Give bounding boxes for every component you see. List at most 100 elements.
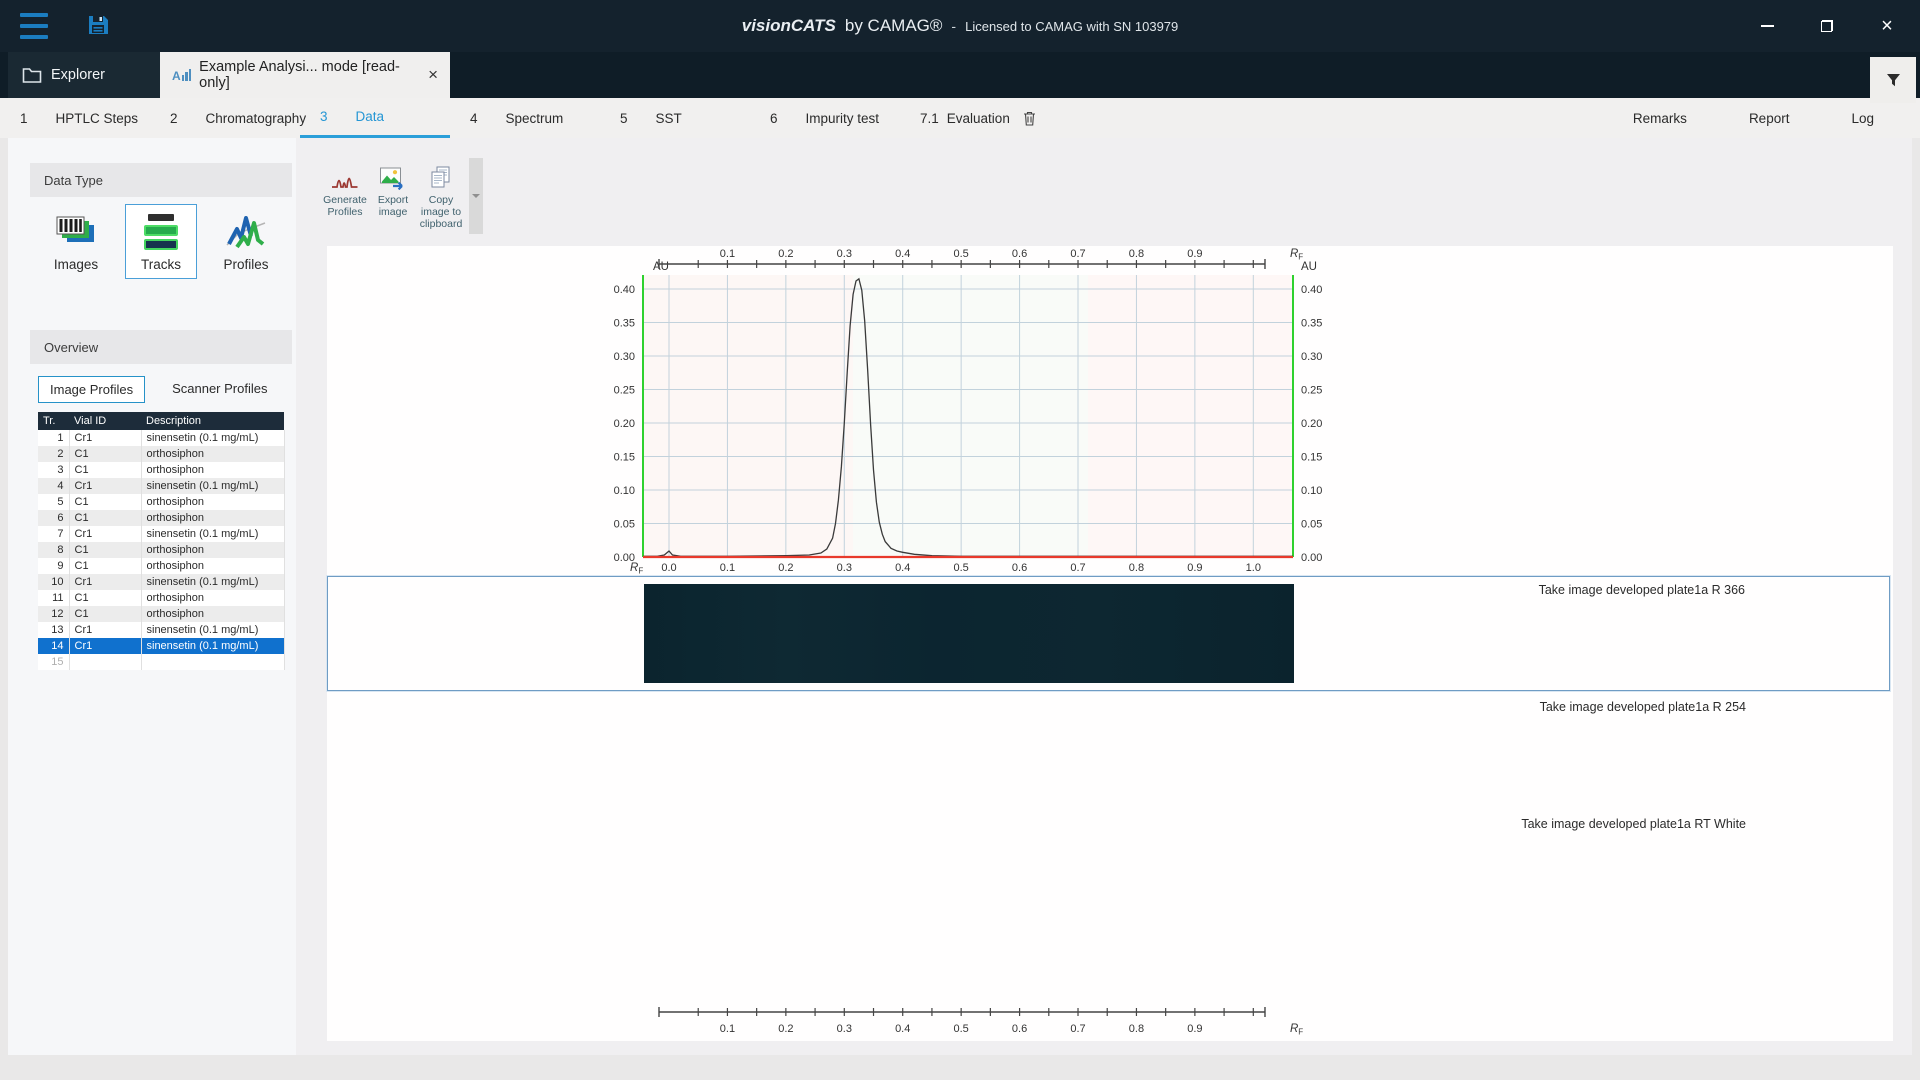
track-table-head: Tr.Vial IDDescription [38,412,284,430]
svg-text:0.40: 0.40 [614,284,635,296]
filter-button[interactable] [1870,57,1916,103]
svg-text:RF: RF [1290,1023,1303,1037]
minimize-button[interactable] [1754,13,1780,39]
trash-icon[interactable] [1023,111,1036,126]
profile-canvas: 0.000.000.050.050.100.100.150.150.200.20… [327,246,1893,1041]
window-title: visionCATS by CAMAG® - Licensed to CAMAG… [0,0,1920,52]
table-row[interactable]: 8C1orthosiphon [38,542,284,558]
tab-data[interactable]: 3Data [300,98,450,138]
svg-text:0.5: 0.5 [954,1023,969,1035]
export-image-button[interactable]: Export image [369,158,417,218]
svg-text:0.1: 0.1 [720,562,735,574]
track-image-row-366[interactable]: Take image developed plate1a R 366 [327,576,1890,691]
table-row[interactable]: 11C1orthosiphon [38,590,284,606]
bottom-rf-ruler: 0.10.20.30.40.50.60.70.80.9RF [327,1002,1893,1042]
svg-text:AU: AU [1301,261,1317,273]
restore-button[interactable] [1814,13,1840,39]
tab-evaluation[interactable]: 7.1Evaluation [900,98,1070,138]
track-image-row-white[interactable]: Take image developed plate1a RT White [327,811,1890,922]
svg-text:RF: RF [1290,248,1303,262]
track-image-366[interactable] [644,584,1294,683]
tab-close-icon[interactable]: × [428,65,438,85]
svg-text:0.7: 0.7 [1070,562,1085,574]
step-tab-row: 1HPTLC Steps 2Chromatography 3Data 4Spec… [0,98,1920,138]
table-row[interactable]: 1Cr1sinensetin (0.1 mg/mL) [38,430,284,446]
main-area: Generate Profiles Export image C [296,138,1912,1055]
data-type-tracks[interactable]: Tracks [125,204,197,279]
svg-text:0.9: 0.9 [1187,248,1202,260]
table-header-cell: Tr. [38,412,69,430]
svg-text:0.3: 0.3 [837,1023,852,1035]
tab-sst[interactable]: 5SST [600,98,750,138]
table-row[interactable]: 12C1orthosiphon [38,606,284,622]
tab-scanner-profiles[interactable]: Scanner Profiles [161,376,278,403]
svg-text:0.40: 0.40 [1301,284,1322,296]
table-row[interactable]: 9C1orthosiphon [38,558,284,574]
svg-text:0.5: 0.5 [954,248,969,260]
tab-remarks[interactable]: Remarks [1633,111,1687,126]
document-tab-label: Example Analysi... mode [read-only] [199,59,420,91]
close-button[interactable]: × [1874,13,1900,39]
table-row[interactable]: 2C1orthosiphon [38,446,284,462]
svg-text:0.25: 0.25 [614,385,635,397]
svg-text:0.7: 0.7 [1070,1023,1085,1035]
svg-text:0.15: 0.15 [614,452,635,464]
generate-profiles-button[interactable]: Generate Profiles [321,158,369,218]
track-image-254[interactable] [643,700,1293,800]
svg-text:0.20: 0.20 [614,418,635,430]
table-row[interactable]: 5C1orthosiphon [38,494,284,510]
profile-chart[interactable]: 0.000.000.050.050.100.100.150.150.200.20… [327,246,1893,578]
svg-text:0.8: 0.8 [1129,248,1144,260]
table-row[interactable]: 10Cr1sinensetin (0.1 mg/mL) [38,574,284,590]
license-text: Licensed to CAMAG with SN 103979 [965,19,1178,34]
sidebar: Data Type Images [8,138,296,1055]
data-type-images[interactable]: Images [40,204,112,279]
svg-text:0.15: 0.15 [1301,452,1322,464]
tab-document[interactable]: A Example Analysi... mode [read-only] × [160,52,450,98]
tab-image-profiles[interactable]: Image Profiles [38,376,145,403]
table-row[interactable]: 6C1orthosiphon [38,510,284,526]
svg-text:0.2: 0.2 [778,248,793,260]
table-row[interactable]: 4Cr1sinensetin (0.1 mg/mL) [38,478,284,494]
tab-explorer[interactable]: Explorer [8,52,160,98]
filter-icon [1885,72,1902,88]
track-image-white[interactable] [643,817,1293,916]
analysis-icon: A [172,69,191,81]
tab-chromatography[interactable]: 2Chromatography [150,98,300,138]
track-image-row-254[interactable]: Take image developed plate1a R 254 [327,694,1890,806]
tab-report[interactable]: Report [1749,111,1790,126]
copy-image-button[interactable]: Copy image to clipboard [417,158,465,230]
tab-log[interactable]: Log [1851,111,1874,126]
svg-text:0.3: 0.3 [837,248,852,260]
title-bar: visionCATS by CAMAG® - Licensed to CAMAG… [0,0,1920,52]
svg-text:0.4: 0.4 [895,248,910,260]
table-row[interactable]: 7Cr1sinensetin (0.1 mg/mL) [38,526,284,542]
data-type-header: Data Type [30,163,292,197]
data-type-profiles[interactable]: Profiles [210,204,282,279]
toolbar-scrollbar[interactable] [469,158,483,234]
svg-text:0.30: 0.30 [1301,351,1322,363]
tab-hptlc-steps[interactable]: 1HPTLC Steps [0,98,150,138]
tab-spectrum[interactable]: 4Spectrum [450,98,600,138]
svg-text:0.0: 0.0 [661,562,676,574]
svg-text:0.1: 0.1 [720,1023,735,1035]
svg-text:0.00: 0.00 [1301,552,1322,564]
table-row[interactable]: 13Cr1sinensetin (0.1 mg/mL) [38,622,284,638]
export-image-icon [379,166,407,190]
svg-text:0.4: 0.4 [895,1023,910,1035]
svg-text:1.0: 1.0 [1246,562,1261,574]
app-brand: visionCATS [742,16,836,36]
svg-text:AU: AU [653,261,669,273]
svg-text:0.20: 0.20 [1301,418,1322,430]
tab-bar: Explorer A Example Analysi... mode [read… [0,52,1920,98]
svg-text:0.6: 0.6 [1012,562,1027,574]
track-label-254: Take image developed plate1a R 254 [1540,700,1746,714]
svg-text:0.35: 0.35 [614,318,635,330]
tab-impurity-test[interactable]: 6Impurity test [750,98,900,138]
table-row[interactable]: 15 [38,654,284,670]
table-row[interactable]: 3C1orthosiphon [38,462,284,478]
step-row-right: Remarks Report Log [1633,98,1920,138]
svg-text:0.6: 0.6 [1012,248,1027,260]
svg-text:0.30: 0.30 [614,351,635,363]
table-row[interactable]: 14Cr1sinensetin (0.1 mg/mL) [38,638,284,654]
